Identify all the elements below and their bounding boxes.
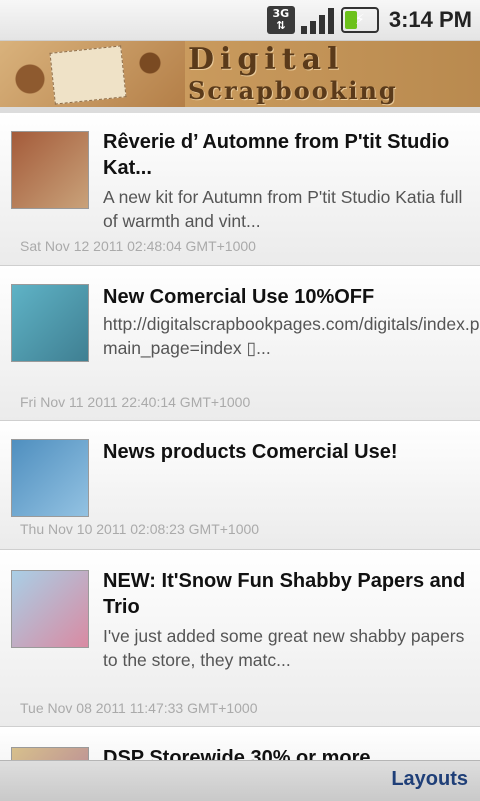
header-banner: Digital Scrapbooking <box>0 41 480 107</box>
feed-item[interactable]: DSP Storewide 30% or more <box>0 727 480 760</box>
feed-item-thumbnail <box>11 747 89 760</box>
feed-item[interactable]: Rêverie d’ Automne from P'tit Studio Kat… <box>0 113 480 266</box>
feed-item-date: Fri Nov 11 2011 22:40:14 GMT+1000 <box>20 394 251 410</box>
feed-item-thumbnail <box>11 439 89 517</box>
feed-item-date: Sat Nov 12 2011 02:48:04 GMT+1000 <box>20 238 256 254</box>
feed-item-title: News products Comercial Use! <box>103 441 398 463</box>
feed-item-thumbnail <box>11 284 89 362</box>
feed-item[interactable]: News products Comercial Use! Thu Nov 10 … <box>0 421 480 550</box>
signal-strength-icon <box>300 6 335 34</box>
status-bar: 3G ⇅ ⚡ 3:14 PM <box>0 0 480 41</box>
feed-item-title: New Comercial Use 10%OFF <box>103 286 375 308</box>
feed-list[interactable]: Rêverie d’ Automne from P'tit Studio Kat… <box>0 107 480 760</box>
feed-item-title: DSP Storewide 30% or more <box>103 747 371 760</box>
3g-network-icon: 3G ⇅ <box>266 6 295 34</box>
feed-item[interactable]: New Comercial Use 10%OFF http://digitals… <box>0 266 480 421</box>
banner-title-line1: Digital <box>188 42 345 77</box>
layouts-button[interactable]: Layouts <box>391 768 468 791</box>
feed-item-thumbnail <box>11 131 89 209</box>
feed-item-date: Tue Nov 08 2011 11:47:33 GMT+1000 <box>20 700 258 716</box>
status-time: 3:14 PM <box>388 7 472 32</box>
banner-postcard-image <box>49 45 127 105</box>
banner-collage-image <box>0 41 185 107</box>
status-icons: 3G ⇅ ⚡ 3:14 PM <box>266 4 472 36</box>
banner-title-line2: Scrapbooking <box>188 76 398 105</box>
feed-item-title: NEW: It'Snow Fun Shabby Papers and Trio <box>103 570 466 618</box>
feed-item[interactable]: NEW: It'Snow Fun Shabby Papers and Trio … <box>0 550 480 727</box>
banner-title: Digital Scrapbooking <box>188 43 480 107</box>
network-type-label: 3G <box>272 7 290 20</box>
feed-item-description: http://digitalscrapbookpages.com/digital… <box>103 314 480 358</box>
bottom-menu-bar: Layouts <box>0 760 480 801</box>
feed-item-description: I've just added some great new shabby pa… <box>103 626 465 670</box>
charging-bolt-icon: ⚡ <box>354 12 365 28</box>
feed-item-thumbnail <box>11 570 89 648</box>
feed-item-description: A new kit for Autumn from P'tit Studio K… <box>103 187 463 231</box>
feed-item-title: Rêverie d’ Automne from P'tit Studio Kat… <box>103 131 450 179</box>
feed-item-date: Thu Nov 10 2011 02:08:23 GMT+1000 <box>20 521 260 537</box>
battery-charging-icon: ⚡ <box>340 7 379 33</box>
